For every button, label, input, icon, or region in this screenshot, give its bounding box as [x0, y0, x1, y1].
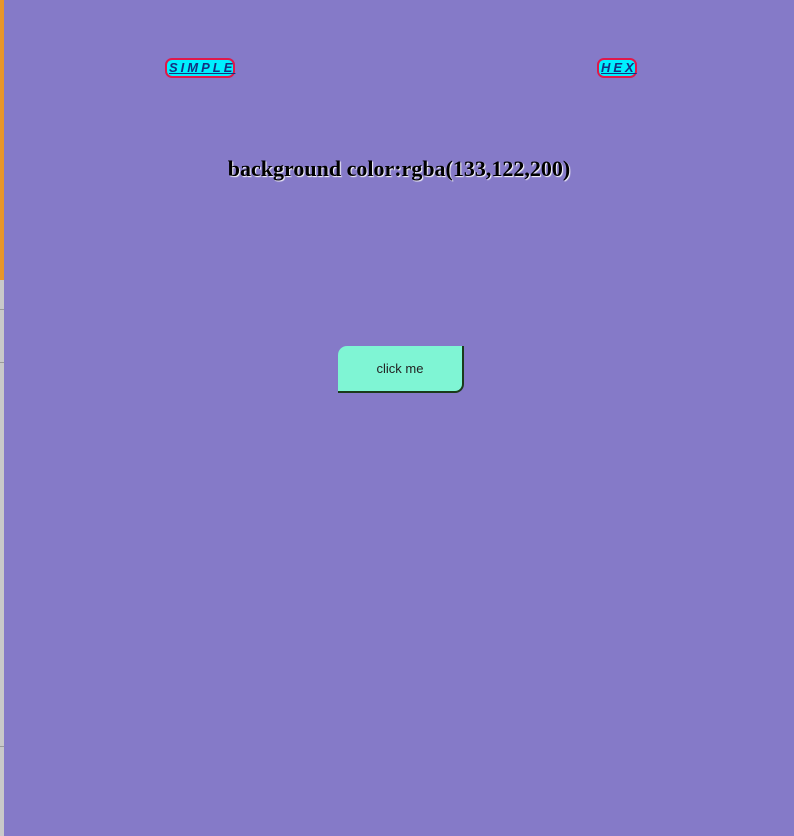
hex-mode-link[interactable]: HEX — [597, 58, 637, 78]
simple-mode-link[interactable]: SIMPLE — [165, 58, 235, 78]
color-canvas: SIMPLE HEX background color:rgba(133,122… — [4, 0, 794, 836]
background-color-label: background color:rgba(133,122,200) — [227, 156, 571, 181]
page: SIMPLE HEX background color:rgba(133,122… — [0, 0, 794, 836]
click-me-button[interactable]: click me — [338, 346, 464, 393]
